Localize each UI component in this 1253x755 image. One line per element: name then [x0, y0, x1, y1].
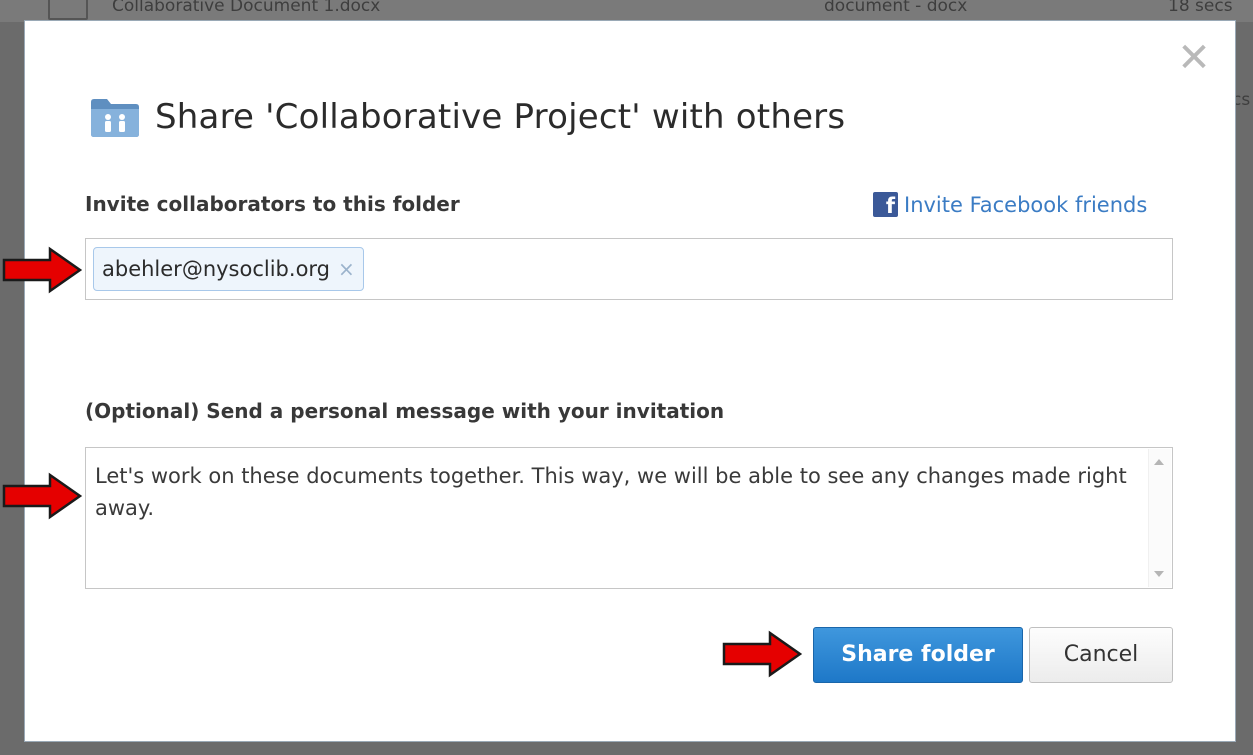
collaborator-email: abehler@nysoclib.org	[102, 257, 331, 281]
shared-folder-icon	[91, 99, 139, 137]
dialog-header: Share 'Collaborative Project' with other…	[89, 94, 845, 140]
dialog-title: Share 'Collaborative Project' with other…	[155, 97, 846, 137]
share-folder-button[interactable]: Share folder	[813, 627, 1023, 683]
red-arrow-icon	[722, 630, 802, 678]
background-file-time: 18 secs	[1168, 0, 1233, 16]
personal-message-text: Let's work on these documents together. …	[95, 464, 1127, 520]
close-icon[interactable]: ✕	[1175, 38, 1213, 78]
invite-facebook-label: Invite Facebook friends	[904, 192, 1148, 217]
personal-message-textarea[interactable]: Let's work on these documents together. …	[85, 447, 1173, 589]
collaborators-input[interactable]: abehler@nysoclib.org ×	[85, 238, 1173, 300]
invite-label: Invite collaborators to this folder	[85, 192, 460, 216]
document-icon	[48, 0, 88, 20]
facebook-icon: f	[873, 192, 898, 217]
remove-collaborator-icon[interactable]: ×	[338, 257, 355, 281]
collaborator-token: abehler@nysoclib.org ×	[93, 247, 364, 291]
background-file-name: Collaborative Document 1.docx	[112, 0, 381, 16]
invite-facebook-link[interactable]: f Invite Facebook friends	[873, 192, 1147, 217]
red-arrow-icon	[2, 246, 82, 294]
scroll-down-icon[interactable]	[1154, 571, 1164, 577]
scroll-up-icon[interactable]	[1154, 459, 1164, 465]
background-file-row: Collaborative Document 1.docx document -…	[0, 0, 1253, 22]
background-file-type: document - docx	[824, 0, 968, 16]
red-arrow-icon	[2, 472, 82, 520]
cancel-button[interactable]: Cancel	[1029, 627, 1173, 683]
share-folder-dialog: ✕ Share 'Collaborative Project' with oth…	[24, 20, 1236, 742]
message-label: (Optional) Send a personal message with …	[85, 399, 725, 423]
message-scrollbar[interactable]	[1148, 449, 1171, 587]
